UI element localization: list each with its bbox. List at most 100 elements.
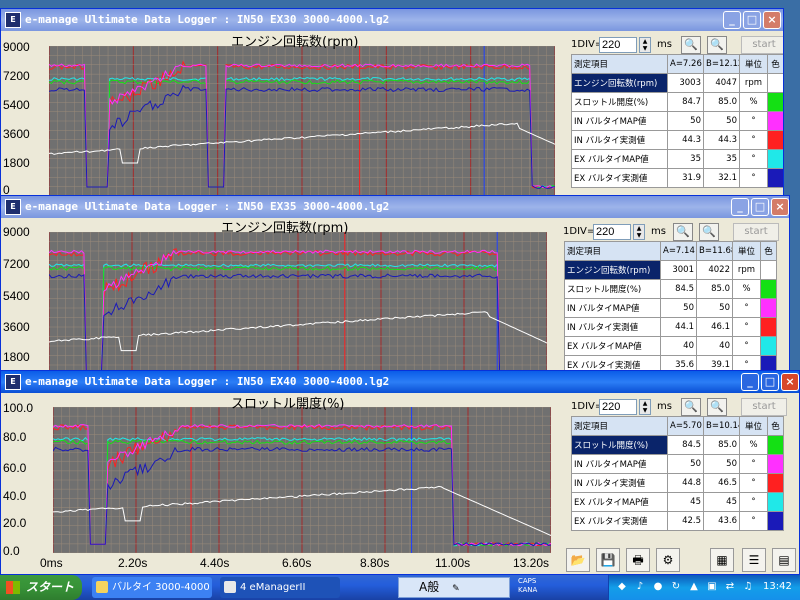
value-a: 84.5	[667, 435, 704, 455]
display-icon[interactable]: ▣	[705, 580, 719, 594]
color-swatch[interactable]	[760, 336, 777, 356]
div-input[interactable]	[599, 399, 637, 415]
start-button[interactable]: start	[741, 36, 783, 54]
color-swatch[interactable]	[767, 473, 784, 493]
table-row[interactable]: EX バルタイMAP値 45 45 °	[571, 492, 784, 512]
table-row[interactable]: IN バルタイ実測値 44.1 46.1 °	[564, 317, 777, 337]
plot-svg	[53, 407, 551, 553]
table-row[interactable]: IN バルタイ実測値 44.3 44.3 °	[571, 130, 783, 150]
color-swatch[interactable]	[760, 260, 777, 280]
unit: °	[732, 298, 761, 318]
antivirus-icon[interactable]: ▲	[687, 580, 701, 594]
color-swatch[interactable]	[767, 111, 783, 131]
window-2-titlebar[interactable]: E e-manage Ultimate Data Logger : IN50 E…	[1, 196, 789, 218]
table-row[interactable]: スロットル開度(%) 84.7 85.0%	[571, 92, 783, 112]
color-swatch[interactable]	[767, 168, 783, 188]
channel-name: IN バルタイ実測値	[571, 130, 668, 150]
list-icon[interactable]: ☰	[742, 548, 766, 572]
div-spinner[interactable]: ▲ ▼	[633, 224, 645, 240]
color-swatch[interactable]	[767, 492, 784, 512]
zoom-in-icon[interactable]: 🔍	[707, 398, 727, 416]
close-button[interactable]: ×	[771, 198, 789, 216]
zoom-out-icon[interactable]: 🔍	[673, 223, 693, 241]
color-swatch[interactable]	[767, 435, 784, 455]
value-a: 3001	[660, 260, 697, 280]
settings-icon[interactable]: ⚙	[656, 548, 680, 572]
start-button[interactable]: start	[733, 223, 779, 241]
plot-area[interactable]	[53, 407, 551, 553]
graph-icon[interactable]: ▤	[772, 548, 796, 572]
start-menu-button[interactable]: スタート	[0, 575, 82, 600]
minimize-button[interactable]: _	[741, 373, 759, 391]
column-header: A=7.26	[667, 54, 704, 74]
plot-area[interactable]	[49, 46, 555, 196]
logger-window-3[interactable]: E e-manage Ultimate Data Logger : IN50 E…	[0, 370, 800, 575]
minimize-button[interactable]: _	[731, 198, 749, 216]
color-swatch[interactable]	[767, 92, 783, 112]
zoom-in-icon[interactable]: 🔍	[699, 223, 719, 241]
y-tick: 5400	[3, 98, 30, 112]
taskbar-task-active[interactable]: 4 eManagerII	[220, 577, 340, 598]
div-input[interactable]	[599, 37, 637, 53]
table-row[interactable]: EX バルタイ実測値 31.9 32.1 °	[571, 168, 783, 188]
security-icon[interactable]: ●	[651, 580, 665, 594]
minimize-button[interactable]: _	[723, 11, 741, 29]
table-row[interactable]: スロットル開度(%) 84.5 85.0%	[564, 279, 777, 299]
network-icon[interactable]: ◆	[615, 580, 629, 594]
color-swatch[interactable]	[767, 511, 784, 531]
maximize-button[interactable]: □	[751, 198, 769, 216]
maximize-button[interactable]: □	[761, 373, 779, 391]
div-spinner[interactable]: ▲ ▼	[639, 399, 651, 415]
table-row[interactable]: エンジン回転数(rpm) 3001 4022 rpm	[564, 260, 777, 280]
table-row[interactable]: EX バルタイ実測値 42.5 43.6 °	[571, 511, 784, 531]
close-button[interactable]: ×	[763, 11, 781, 29]
maximize-button[interactable]: □	[743, 11, 761, 29]
column-header: 測定項目	[571, 54, 668, 74]
table-row[interactable]: EX バルタイMAP値 35 35 °	[571, 149, 783, 169]
save-icon[interactable]: 💾	[596, 548, 620, 572]
plot-area[interactable]	[49, 232, 547, 384]
table-row[interactable]: スロットル開度(%) 84.5 85.0%	[571, 435, 784, 455]
table-row[interactable]: IN バルタイMAP値 50 50 °	[571, 111, 783, 131]
open-folder-icon[interactable]: 📂	[566, 548, 590, 572]
speaker-icon[interactable]: ♫	[741, 580, 755, 594]
logger-window-2[interactable]: E e-manage Ultimate Data Logger : IN50 E…	[0, 195, 790, 385]
color-swatch[interactable]	[767, 454, 784, 474]
value-b: 32.1	[703, 168, 740, 188]
close-button[interactable]: ×	[781, 373, 799, 391]
unit: °	[739, 111, 768, 131]
logger-window-1[interactable]: E e-manage Ultimate Data Logger : IN50 E…	[0, 8, 784, 198]
zoom-out-icon[interactable]: 🔍	[681, 36, 701, 54]
table-row[interactable]: エンジン回転数(rpm) 3003 4047 rpm	[571, 73, 783, 93]
channel-name: IN バルタイMAP値	[571, 111, 668, 131]
color-swatch[interactable]	[760, 317, 777, 337]
color-swatch[interactable]	[767, 130, 783, 150]
volume-icon[interactable]: ♪	[633, 580, 647, 594]
zoom-in-icon[interactable]: 🔍	[707, 36, 727, 54]
div-input[interactable]	[593, 224, 631, 240]
table-row[interactable]: IN バルタイ実測値 44.8 46.5 °	[571, 473, 784, 493]
table-row[interactable]: IN バルタイMAP値 50 50 °	[571, 454, 784, 474]
zoom-out-icon[interactable]: 🔍	[681, 398, 701, 416]
ime-toolbar[interactable]: A般 ✎	[398, 577, 510, 598]
color-swatch[interactable]	[760, 298, 777, 318]
y-tick: 100.0	[3, 401, 34, 415]
value-b: 50	[696, 298, 733, 318]
chart-grid-icon[interactable]: ▦	[710, 548, 734, 572]
x-tick: 0ms	[40, 556, 63, 570]
start-button[interactable]: start	[741, 398, 787, 416]
window-3-titlebar[interactable]: E e-manage Ultimate Data Logger : IN50 E…	[1, 371, 799, 393]
table-row[interactable]: EX バルタイMAP値 40 40 °	[564, 336, 777, 356]
window-1-titlebar[interactable]: E e-manage Ultimate Data Logger : IN50 E…	[1, 9, 783, 31]
app-logo-icon: E	[5, 12, 21, 28]
taskbar-task[interactable]: バルタイ 3000-4000 -...	[92, 577, 212, 598]
color-swatch[interactable]	[767, 149, 783, 169]
color-swatch[interactable]	[760, 279, 777, 299]
print-icon[interactable]: 🖶	[626, 548, 650, 572]
update-icon[interactable]: ↻	[669, 580, 683, 594]
color-swatch[interactable]	[767, 73, 783, 93]
value-b: 85.0	[696, 279, 733, 299]
table-row[interactable]: IN バルタイMAP値 50 50 °	[564, 298, 777, 318]
div-spinner[interactable]: ▲ ▼	[639, 37, 651, 53]
usb-icon[interactable]: ⇄	[723, 580, 737, 594]
